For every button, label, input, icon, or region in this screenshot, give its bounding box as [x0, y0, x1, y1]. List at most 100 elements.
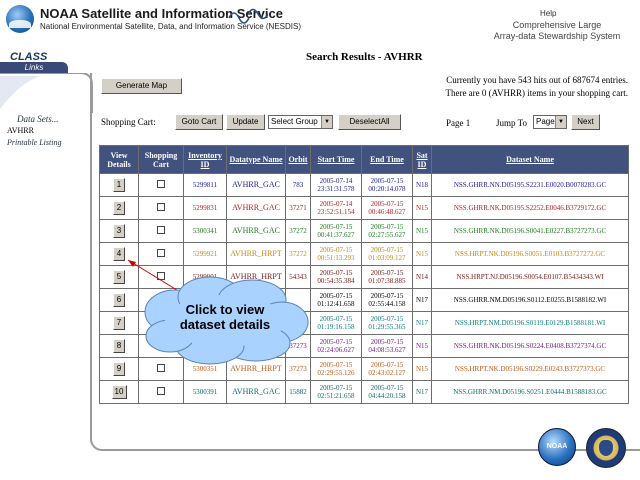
view-details-button[interactable]: 8	[113, 339, 125, 353]
inventory-id-cell: 5299921	[184, 243, 226, 265]
page-jump-dropdown[interactable]: Page ▼	[533, 115, 567, 129]
view-details-cell: 5	[100, 266, 138, 288]
view-details-button[interactable]: 10	[111, 385, 127, 399]
sat-id-cell: N17	[413, 312, 431, 334]
shopping-cart-checkbox[interactable]	[157, 387, 165, 395]
start-time-cell: 2005-07-15 01:19:16.158	[311, 312, 361, 334]
view-details-button[interactable]: 1	[113, 178, 125, 192]
goto-cart-button[interactable]: Goto Cart	[175, 114, 223, 130]
shopping-cart-checkbox[interactable]	[157, 180, 165, 188]
view-details-button[interactable]: 7	[113, 316, 125, 330]
view-details-button[interactable]: 9	[113, 362, 125, 376]
dataset-name-cell: NSS.GHRR.NM.D05196.S0112.E0255.B1588182.…	[432, 289, 628, 311]
start-clock: 00:51:13.293	[317, 254, 355, 262]
orbit-cell: 37273	[286, 335, 310, 357]
noaa-logo-icon[interactable]	[6, 5, 34, 33]
sat-id-cell: N15	[413, 197, 431, 219]
start-time-cell: 2005-07-14 23:52:51.154	[311, 197, 361, 219]
generate-map-button[interactable]: Generate Map	[101, 78, 182, 94]
start-date: 2005-07-15	[319, 269, 353, 277]
view-details-cell: 1	[100, 174, 138, 196]
table-header-row: View Details Shopping Cart Inventory ID …	[100, 146, 628, 173]
shopping-cart-cell	[139, 335, 183, 357]
view-details-cell: 2	[100, 197, 138, 219]
start-time-cell: 2005-07-15 01:12:41.658	[311, 289, 361, 311]
end-time-cell: 2005-07-15 00:46:48.627	[362, 197, 412, 219]
col-sat-id[interactable]: Sat ID	[413, 146, 431, 173]
page-title: Search Results - AVHRR	[306, 51, 423, 63]
help-link[interactable]: Help	[540, 9, 556, 18]
orbit-cell: 37272	[286, 220, 310, 242]
callout-line2: dataset details	[179, 317, 271, 332]
end-date: 2005-07-15	[370, 177, 404, 185]
view-details-cell: 10	[100, 381, 138, 403]
links-label[interactable]: Links	[0, 62, 68, 73]
end-clock: 00:46:48.627	[368, 208, 406, 216]
start-date: 2005-07-15	[319, 246, 353, 254]
datatype-name-cell: AVHRR_HRPT	[227, 243, 285, 265]
select-group-dropdown[interactable]: Select Group ▼	[268, 115, 333, 129]
class-system-line2: Array-data Stewardship System	[493, 31, 621, 41]
start-time-cell: 2005-07-15 00:51:13.293	[311, 243, 361, 265]
sat-id-cell: N15	[413, 335, 431, 357]
datatype-name-cell: AVHRR_GAC	[227, 197, 285, 219]
table-row: 4 5299921 AVHRR_HRPT 37272 2005-07-15 00:51:1…	[100, 243, 628, 265]
col-orbit[interactable]: Orbit	[286, 146, 310, 173]
sat-id-cell: N17	[413, 381, 431, 403]
datatype-name-cell: AVHRR_GAC	[227, 381, 285, 403]
shopping-cart-checkbox[interactable]	[157, 226, 165, 234]
sidebar-item-avhrr[interactable]: AVHRR	[7, 126, 34, 135]
deselect-all-button[interactable]: DeselectAll	[338, 114, 401, 130]
end-time-cell: 2005-07-15 00:20:14.078	[362, 174, 412, 196]
col-dataset-name[interactable]: Dataset Name	[432, 146, 628, 173]
inventory-id-cell: 5300341	[184, 220, 226, 242]
view-details-button[interactable]: 3	[113, 224, 125, 238]
col-inventory-id[interactable]: Inventory ID	[184, 146, 226, 173]
col-end-time[interactable]: End Time	[362, 146, 412, 173]
class-system-name: Comprehensive Large Array-data Stewardsh…	[482, 20, 632, 42]
orbit-cell: 37272	[286, 243, 310, 265]
view-details-button[interactable]: 5	[113, 270, 125, 284]
table-row: 8 37273 2005-07-15 02:24:06.627 2005-07-15 04…	[100, 335, 628, 357]
noaa-seal-icon[interactable]: NOAA	[538, 428, 576, 466]
shopping-cart-checkbox[interactable]	[157, 272, 165, 280]
table-row: 3 5300341 AVHRR_GAC 37272 2005-07-15 00:41:37…	[100, 220, 628, 242]
dataset-name-cell: NSS.GHRR.NM.D05196.S0251.E0444.B1588183.…	[432, 381, 628, 403]
col-view-details: View Details	[100, 146, 138, 173]
start-clock: 00:54:35.384	[317, 277, 355, 285]
start-time-cell: 2005-07-15 02:24:06.627	[311, 335, 361, 357]
start-clock: 00:41:37.627	[317, 231, 355, 239]
sat-id-cell: N14	[413, 266, 431, 288]
start-time-cell: 2005-07-14 23:31:31.578	[311, 174, 361, 196]
inventory-id-cell	[184, 335, 226, 357]
table-row: 5 5299901 AVHRR_HRPT 54343 2005-07-15 00:54:3…	[100, 266, 628, 288]
select-group-value: Select Group	[271, 117, 318, 126]
view-details-button[interactable]: 2	[113, 201, 125, 215]
start-date: 2005-07-15	[319, 292, 353, 300]
col-datatype-name[interactable]: Datatype Name	[227, 146, 285, 173]
shopping-cart-checkbox[interactable]	[157, 203, 165, 211]
sat-id-cell: N17	[413, 289, 431, 311]
view-details-button[interactable]: 6	[113, 293, 125, 307]
dataset-name-cell: NSS.HRPT.NK.D05196.S0229.E0243.B3727373.…	[432, 358, 628, 380]
callout-text: Click to view dataset details	[155, 302, 295, 332]
view-details-button[interactable]: 4	[113, 247, 125, 261]
dropdown-arrow-icon[interactable]: ▼	[555, 116, 566, 128]
dataset-name-cell: NSS.HRPT.NM.D05196.S0119.E0129.B1588181.…	[432, 312, 628, 334]
sat-id-cell: N15	[413, 243, 431, 265]
shopping-cart-checkbox[interactable]	[157, 249, 165, 257]
department-of-commerce-seal-icon[interactable]	[586, 428, 626, 468]
update-button[interactable]: Update	[226, 114, 265, 130]
dropdown-arrow-icon[interactable]: ▼	[321, 116, 332, 128]
col-start-time[interactable]: Start Time	[311, 146, 361, 173]
shopping-cart-cell	[139, 243, 183, 265]
table-row: 1 5299811 AVHRR_GAC 783 2005-07-14 23:31:31.5…	[100, 174, 628, 196]
end-date: 2005-07-15	[370, 384, 404, 392]
shopping-cart-checkbox[interactable]	[157, 364, 165, 372]
results-table: View Details Shopping Cart Inventory ID …	[99, 145, 629, 404]
sidebar-item-printable-listing[interactable]: Printable Listing	[7, 138, 61, 147]
next-page-button[interactable]: Next	[571, 114, 600, 130]
shopping-cart-checkbox[interactable]	[157, 341, 165, 349]
start-time-cell: 2005-07-15 00:54:35.384	[311, 266, 361, 288]
end-date: 2005-07-15	[370, 223, 404, 231]
